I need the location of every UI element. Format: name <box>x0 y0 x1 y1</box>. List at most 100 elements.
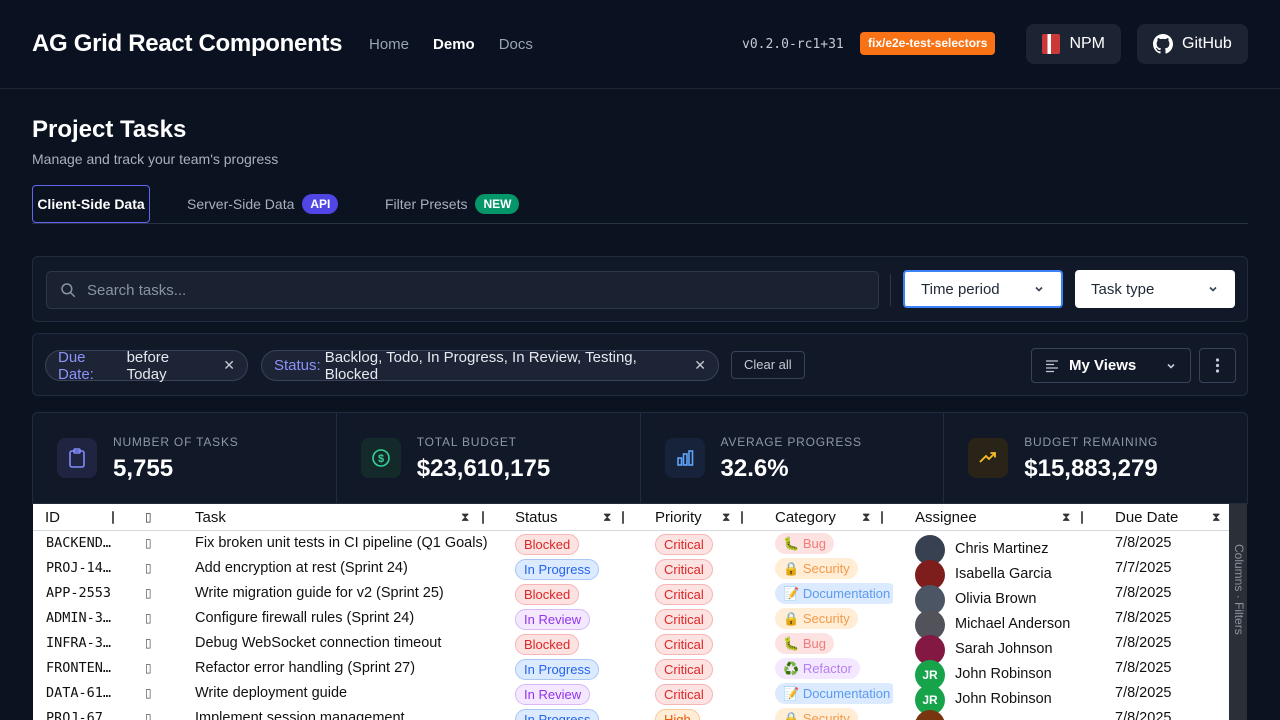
stat-card: AVERAGE PROGRESS 32.6% <box>641 413 945 503</box>
page-subtitle: Manage and track your team's progress <box>32 151 279 167</box>
table-row[interactable]: INFRA-3… ▯ Debug WebSocket connection time… <box>33 631 1229 665</box>
id-cell: BACKEND… <box>46 535 112 551</box>
status-badge: Blocked <box>515 534 580 555</box>
due-date-cell: 7/8/2025 <box>1115 585 1172 601</box>
column-header-id[interactable]: ID <box>45 504 135 531</box>
brand-title[interactable]: AG Grid React Components <box>32 30 342 58</box>
assignee-cell <box>915 706 1105 720</box>
filter-active-icon[interactable]: ⧗ <box>603 504 611 531</box>
tab-label: Server-Side Data <box>187 196 295 212</box>
github-label: GitHub <box>1182 35 1232 52</box>
column-header-due-date[interactable]: Due Date ⧗ <box>1115 504 1229 531</box>
stat-value: $15,883,279 <box>1024 455 1158 482</box>
table-row[interactable]: ADMIN-3… ▯ Configure firewall rules (Sprin… <box>33 606 1229 640</box>
my-views-label: My Views <box>1069 357 1137 374</box>
column-label: Status <box>515 509 558 526</box>
checkbox-icon[interactable]: ▯ <box>145 681 165 706</box>
nav-docs[interactable]: Docs <box>499 36 533 53</box>
column-header-priority[interactable]: Priority ⧗ <box>655 504 755 531</box>
task-cell: Configure firewall rules (Sprint 24) <box>195 610 415 626</box>
stat-card: BUDGET REMAINING $15,883,279 <box>944 413 1247 503</box>
category-icon: 🔒 <box>783 611 800 626</box>
more-options-button[interactable] <box>1199 348 1236 383</box>
search-input[interactable] <box>87 272 867 308</box>
checkbox-icon[interactable]: ▯ <box>145 631 165 656</box>
checkbox-icon[interactable]: ▯ <box>145 556 165 581</box>
priority-badge: Critical <box>655 534 713 555</box>
checkbox-icon[interactable]: ▯ <box>145 706 165 720</box>
category-badge: 🔒 Security <box>775 608 858 629</box>
search-box[interactable] <box>46 271 879 309</box>
filter-icon[interactable]: ⧗ <box>1062 504 1070 531</box>
close-icon[interactable]: ✕ <box>694 357 706 374</box>
task-cell: Fix broken unit tests in CI pipeline (Q1… <box>195 535 488 551</box>
column-header-assignee[interactable]: Assignee ⧗ <box>915 504 1095 531</box>
npm-button[interactable]: NPM <box>1026 24 1121 64</box>
checkbox-icon[interactable]: ▯ <box>145 504 152 531</box>
column-header-category[interactable]: Category ⧗ <box>775 504 895 531</box>
column-header-status[interactable]: Status ⧗ <box>515 504 635 531</box>
status-cell: In Review <box>515 681 645 706</box>
column-resize-handle[interactable] <box>1081 511 1083 524</box>
column-resize-handle[interactable] <box>482 511 484 524</box>
column-resize-handle[interactable] <box>881 511 883 524</box>
column-header-task[interactable]: Task ⧗ <box>195 504 495 531</box>
task-type-select[interactable]: Task type <box>1075 270 1235 308</box>
close-icon[interactable]: ✕ <box>223 357 235 374</box>
priority-cell: Critical <box>655 631 765 656</box>
filter-active-icon[interactable]: ⧗ <box>1212 504 1220 531</box>
category-cell: 📝 Documentation <box>775 581 893 606</box>
table-row[interactable]: APP-2553 ▯ Write migration guide for v2 (S… <box>33 581 1229 615</box>
priority-cell: Critical <box>655 581 765 606</box>
filter-icon[interactable]: ⧗ <box>722 504 730 531</box>
id-cell: APP-2553 <box>46 585 112 601</box>
checkbox-icon[interactable]: ▯ <box>145 581 165 606</box>
column-label: ID <box>45 509 60 526</box>
assignee-cell: Isabella Garcia <box>915 556 1105 590</box>
side-bar-columns-tab[interactable]: Columns · Filters <box>1232 544 1246 635</box>
filter-icon[interactable]: ⧗ <box>461 504 469 531</box>
clipboard-icon <box>57 438 97 478</box>
github-button[interactable]: GitHub <box>1137 24 1248 64</box>
tab-label: Client-Side Data <box>37 196 145 212</box>
chevron-down-icon <box>1035 286 1043 292</box>
time-period-select[interactable]: Time period <box>903 270 1063 308</box>
filter-icon[interactable]: ⧗ <box>862 504 870 531</box>
task-cell: Write migration guide for v2 (Sprint 25) <box>195 585 444 601</box>
table-row[interactable]: FRONTEN… ▯ Refactor error handling (Sprint… <box>33 656 1229 690</box>
status-badge: In Progress <box>515 659 600 680</box>
category-cell: 🔒 Security <box>775 706 893 720</box>
column-resize-handle[interactable] <box>741 511 743 524</box>
id-cell: DATA-61… <box>46 685 112 701</box>
checkbox-icon[interactable]: ▯ <box>145 531 165 556</box>
checkbox-icon[interactable]: ▯ <box>145 656 165 681</box>
table-row[interactable]: PROJ-67… ▯ Implement session management In … <box>33 706 1229 720</box>
page-title: Project Tasks <box>32 116 187 143</box>
clear-all-button[interactable]: Clear all <box>731 351 805 379</box>
tab-filter-presets[interactable]: Filter Presets NEW <box>385 185 520 223</box>
my-views-select[interactable]: My Views <box>1031 348 1191 383</box>
column-resize-handle[interactable] <box>112 511 114 524</box>
filter-chip-due-date[interactable]: Due Date: before Today ✕ <box>45 349 248 383</box>
stat-card: $ TOTAL BUDGET $23,610,175 <box>337 413 641 503</box>
tab-client-side[interactable]: Client-Side Data <box>32 185 150 223</box>
task-cell: Write deployment guide <box>195 685 348 701</box>
column-resize-handle[interactable] <box>622 511 624 524</box>
table-row[interactable]: DATA-61… ▯ Write deployment guide In Review… <box>33 681 1229 715</box>
checkbox-icon[interactable]: ▯ <box>145 606 165 631</box>
status-cell: In Progress <box>515 556 645 581</box>
filter-chip-status[interactable]: Status: Backlog, Todo, In Progress, In R… <box>261 349 719 383</box>
nav-demo[interactable]: Demo <box>433 36 475 53</box>
github-icon <box>1153 34 1173 54</box>
assignee-cell: JR John Robinson <box>915 656 1105 690</box>
table-row[interactable]: BACKEND… ▯ Fix broken unit tests in CI pip… <box>33 531 1229 565</box>
due-date-cell: 7/8/2025 <box>1115 685 1172 701</box>
tab-server-side[interactable]: Server-Side Data API <box>187 185 339 223</box>
column-header-select[interactable]: ▯ <box>133 504 183 531</box>
table-row[interactable]: PROJ-14… ▯ Add encryption at rest (Sprint … <box>33 556 1229 590</box>
due-date-cell: 7/8/2025 <box>1115 710 1172 720</box>
data-tabs: Client-Side Data Server-Side Data API Fi… <box>32 185 1248 224</box>
priority-cell: High <box>655 706 765 720</box>
priority-cell: Critical <box>655 531 765 556</box>
nav-home[interactable]: Home <box>369 36 409 53</box>
